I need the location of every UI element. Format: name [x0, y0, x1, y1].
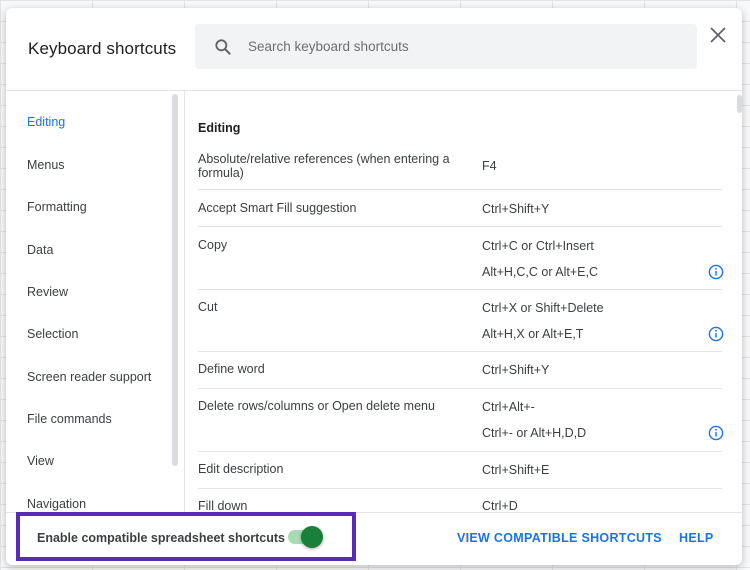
- sidebar-item-navigation[interactable]: Navigation: [27, 497, 86, 511]
- shortcut-keys: Ctrl+Shift+E: [482, 463, 550, 477]
- shortcut-action: Accept Smart Fill suggestion: [198, 201, 357, 215]
- shortcut-action: Delete rows/columns or Open delete menu: [198, 399, 435, 413]
- content-scrollbar[interactable]: [737, 95, 742, 113]
- shortcut-action: Edit description: [198, 462, 284, 476]
- shortcut-keys: Ctrl+X or Shift+Delete: [482, 301, 604, 315]
- toggle-knob: [301, 526, 323, 548]
- shortcut-keys-alt: Ctrl+- or Alt+H,D,D: [482, 426, 587, 440]
- shortcut-keys: Ctrl+Shift+Y: [482, 202, 550, 216]
- dialog-title: Keyboard shortcuts: [28, 39, 177, 58]
- keyboard-shortcuts-dialog: Keyboard shortcuts Editing Menus Formatt…: [6, 8, 742, 565]
- shortcut-keys: F4: [482, 159, 497, 173]
- shortcut-keys: Ctrl+Alt+-: [482, 400, 535, 414]
- category-sidebar: Editing Menus Formatting Data Review Sel…: [6, 91, 185, 512]
- row-divider: [198, 189, 722, 190]
- row-divider: [198, 388, 722, 389]
- view-compatible-shortcuts-button[interactable]: VIEW COMPATIBLE SHORTCUTS: [457, 531, 662, 545]
- row-divider: [198, 226, 722, 227]
- shortcut-keys: Ctrl+D: [482, 499, 518, 512]
- search-input[interactable]: [248, 24, 678, 69]
- shortcut-action: Fill down: [198, 499, 248, 512]
- sidebar-item-file-commands[interactable]: File commands: [27, 412, 112, 426]
- sidebar-item-screen-reader-support[interactable]: Screen reader support: [27, 370, 151, 384]
- sidebar-item-selection[interactable]: Selection: [27, 327, 78, 341]
- section-title: Editing: [198, 121, 241, 135]
- sidebar-item-view[interactable]: View: [27, 454, 54, 468]
- shortcut-keys-alt: Alt+H,C,C or Alt+E,C: [482, 265, 599, 279]
- footer-divider: [6, 512, 742, 513]
- sidebar-item-data[interactable]: Data: [27, 243, 53, 257]
- info-icon[interactable]: [708, 326, 724, 342]
- search-box[interactable]: [195, 24, 697, 69]
- search-icon: [215, 39, 231, 55]
- close-icon[interactable]: [708, 25, 728, 45]
- sidebar-scrollbar[interactable]: [172, 94, 178, 466]
- sidebar-item-menus[interactable]: Menus: [27, 158, 65, 172]
- shortcut-action: Absolute/relative references (when enter…: [198, 152, 450, 180]
- compatible-shortcuts-label: Enable compatible spreadsheet shortcuts: [37, 531, 285, 545]
- sidebar-item-editing[interactable]: Editing: [27, 115, 65, 129]
- shortcut-action: Define word: [198, 362, 265, 376]
- compatible-shortcuts-toggle[interactable]: [288, 526, 324, 548]
- shortcut-keys: Ctrl+Shift+Y: [482, 363, 550, 377]
- info-icon[interactable]: [708, 264, 724, 280]
- info-icon[interactable]: [708, 425, 724, 441]
- shortcut-keys: Ctrl+C or Ctrl+Insert: [482, 239, 594, 253]
- shortcut-keys-alt: Alt+H,X or Alt+E,T: [482, 327, 584, 341]
- help-button[interactable]: HELP: [679, 531, 714, 545]
- row-divider: [198, 488, 722, 489]
- row-divider: [198, 351, 722, 352]
- shortcut-action: Copy: [198, 238, 228, 252]
- sidebar-item-review[interactable]: Review: [27, 285, 68, 299]
- shortcut-action: Cut: [198, 300, 218, 314]
- row-divider: [198, 289, 722, 290]
- sidebar-item-formatting[interactable]: Formatting: [27, 200, 87, 214]
- row-divider: [198, 451, 722, 452]
- shortcut-list: Editing Absolute/relative references (wh…: [185, 91, 742, 512]
